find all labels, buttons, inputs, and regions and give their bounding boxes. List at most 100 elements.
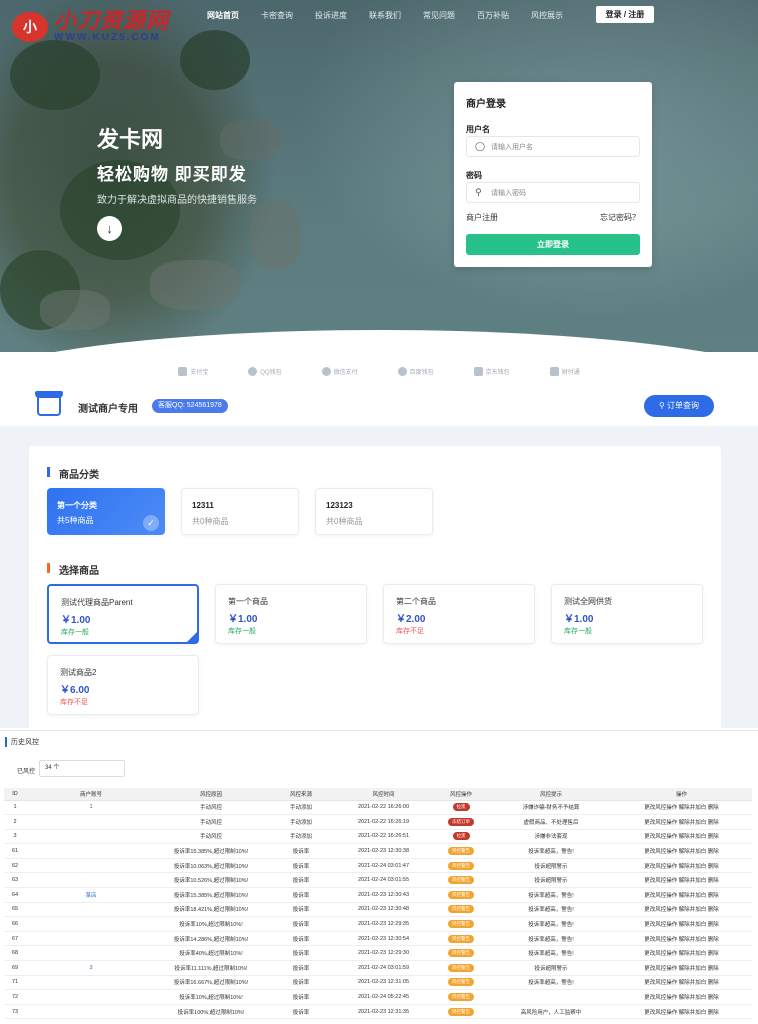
cell-tip: 投诉超限警示 — [491, 858, 611, 874]
product-card[interactable]: 测试商品2 ￥6.00 库存不足 — [47, 655, 199, 715]
cell-time: 2021-02-23 12:29:35 — [336, 916, 431, 932]
col-time[interactable]: 风控时间 — [336, 788, 431, 801]
username-field[interactable]: ◯ 请输入用户名 — [466, 136, 640, 157]
cell-actions[interactable]: 更改风控操作 解除并加白 删除 — [611, 975, 752, 991]
nav-item-risk[interactable]: 风控展示 — [520, 10, 574, 22]
risk-history-panel: 历史风控 已风控 34 个 ID 商户账号 风控原因 风控来源 风控时间 风控操… — [0, 730, 758, 1024]
cell-operation: 风控警告 — [431, 989, 491, 1005]
table-row[interactable]: 61 投诉率15.385%,超过限制10%! 投诉率 2021-02-23 12:30… — [4, 843, 752, 859]
table-row[interactable]: 62 投诉率10.063%,超过限制10%! 投诉率 2021-02-24 03:01… — [4, 858, 752, 874]
login-register-button[interactable]: 登录 / 注册 — [596, 6, 654, 23]
login-submit-button[interactable]: 立即登录 — [466, 234, 640, 255]
cell-time: 2021-02-23 12:29:30 — [336, 945, 431, 962]
product-card[interactable]: 第二个商品 ￥2.00 库存不足 — [383, 584, 535, 644]
payment-alipay: 支付宝 — [178, 366, 208, 376]
site-logo[interactable]: 小 小刀资源网 WWW.KUZ5.COM — [12, 10, 169, 43]
status-badge: 风控警告 — [448, 963, 474, 972]
col-id[interactable]: ID — [4, 788, 26, 801]
risk-count-field[interactable]: 34 个 — [39, 760, 125, 777]
product-card[interactable]: 第一个商品 ￥1.00 库存一般 — [215, 584, 367, 644]
cell-actions[interactable]: 更改风控操作 解除并加白 删除 — [611, 872, 752, 889]
table-row[interactable]: 3 手动风控 手动添加 2021-02-22 16:26:51 拉黑 涉嫌非法套现 更改风控… — [4, 829, 752, 845]
col-account[interactable]: 商户账号 — [26, 788, 156, 801]
table-row[interactable]: 67 投诉率14.286%,超过限制10%! 投诉率 2021-02-23 12:30… — [4, 931, 752, 947]
cell-source: 投诉率 — [266, 858, 336, 874]
cell-actions[interactable]: 更改风控操作 解除并加白 删除 — [611, 989, 752, 1005]
col-tip[interactable]: 风控提示 — [491, 788, 611, 801]
product-card[interactable]: 测试全网供货 ￥1.00 库存一般 — [551, 584, 703, 644]
cell-actions[interactable]: 更改风控操作 解除并加白 删除 — [611, 916, 752, 932]
nav-item-home[interactable]: 网站首页 — [196, 10, 250, 22]
nav-item-contact[interactable]: 联系我们 — [358, 10, 412, 22]
table-row[interactable]: 69 3 投诉率11.111%,超过限制10%! 投诉率 2021-02-24 03:0… — [4, 960, 752, 976]
cell-operation: 风控警告 — [431, 960, 491, 976]
cell-account — [26, 931, 156, 947]
nav-item-complaint[interactable]: 投诉进度 — [304, 10, 358, 22]
table-row[interactable]: 72 投诉率10%,超过限制10%! 投诉率 2021-02-24 05:22:45 风… — [4, 989, 752, 1005]
nav-item-faq[interactable]: 常见问题 — [412, 10, 466, 22]
cell-id: 63 — [4, 872, 26, 889]
cell-actions[interactable]: 更改风控操作 解除并加白 删除 — [611, 887, 752, 903]
table-row[interactable]: 2 手动风控 手动添加 2021-02-22 16:26:19 冻结订单 虚假商品、不处理… — [4, 814, 752, 830]
table-row[interactable]: 64 某店 投诉率15.385%,超过限制10%! 投诉率 2021-02-23 12:… — [4, 887, 752, 903]
cell-actions[interactable]: 更改风控操作 解除并加白 删除 — [611, 800, 752, 816]
cell-account — [26, 1004, 156, 1020]
table-row[interactable]: 1 1 手动风控 手动添加 2021-02-22 16:26:00 拉黑 涉嫌诈骗-财务不予… — [4, 800, 752, 816]
cell-reason: 投诉率10.526%,超过限制10%! — [156, 872, 266, 889]
table-row[interactable]: 65 投诉率18.421%,超过限制10%! 投诉率 2021-02-23 12:30… — [4, 902, 752, 918]
merchant-bar: 测试商户专用 客服QQ: 524561978 ⚲ 订单查询 — [0, 386, 758, 426]
user-icon: ◯ — [475, 141, 486, 151]
order-query-button[interactable]: ⚲ 订单查询 — [644, 395, 714, 417]
cell-time: 2021-02-22 16:26:00 — [336, 800, 431, 816]
cell-reason: 投诉率10%,超过限制10%! — [156, 989, 266, 1005]
category-card[interactable]: 第一个分类 共5种商品 ✓ — [47, 488, 165, 535]
check-icon: ✓ — [143, 515, 159, 531]
forgot-password-link[interactable]: 忘记密码？ — [600, 212, 640, 223]
cell-actions[interactable]: 更改风控操作 解除并加白 删除 — [611, 960, 752, 976]
password-field[interactable]: ⚲ 请输入密码 — [466, 182, 640, 203]
table-row[interactable]: 66 投诉率10%,超过限制10%! 投诉率 2021-02-23 12:29:35 风… — [4, 916, 752, 932]
cell-source: 投诉率 — [266, 989, 336, 1005]
arrow-down-icon[interactable]: ↓ — [97, 216, 122, 241]
col-actions[interactable]: 操作 — [611, 788, 752, 801]
col-source[interactable]: 风控来源 — [266, 788, 336, 801]
cell-account: 1 — [26, 800, 156, 816]
cell-actions[interactable]: 更改风控操作 解除并加白 删除 — [611, 1004, 752, 1020]
register-link[interactable]: 商户注册 — [466, 212, 498, 223]
cell-actions[interactable]: 更改风控操作 解除并加白 删除 — [611, 843, 752, 859]
cell-actions[interactable]: 更改风控操作 解除并加白 删除 — [611, 814, 752, 830]
category-card[interactable]: 123123 共0种商品 — [315, 488, 433, 535]
cell-actions[interactable]: 更改风控操作 解除并加白 删除 — [611, 829, 752, 845]
col-reason[interactable]: 风控原因 — [156, 788, 266, 801]
nav-item-subsidy[interactable]: 百万补贴 — [466, 10, 520, 22]
category-card[interactable]: 12311 共0种商品 — [181, 488, 299, 535]
table-row[interactable]: 63 投诉率10.526%,超过限制10%! 投诉率 2021-02-24 03:01… — [4, 872, 752, 889]
product-card[interactable]: 测试代理商品Parent ￥1.00 库存一般 — [47, 584, 199, 644]
cell-actions[interactable]: 更改风控操作 解除并加白 删除 — [611, 931, 752, 947]
nav-item-card-query[interactable]: 卡密查询 — [250, 10, 304, 22]
product-section-title: 选择商品 — [47, 562, 99, 577]
status-badge: 风控警告 — [448, 847, 474, 856]
cell-id: 3 — [4, 829, 26, 845]
qq-contact-badge[interactable]: 客服QQ: 524561978 — [152, 399, 228, 413]
cell-actions[interactable]: 更改风控操作 解除并加白 删除 — [611, 858, 752, 874]
cell-tip: 投诉率超高，警告! — [491, 902, 611, 918]
cell-account — [26, 814, 156, 830]
cell-tip: 投诉率超高，警告! — [491, 975, 611, 991]
status-badge: 冻结订单 — [448, 817, 474, 826]
col-operation[interactable]: 风控操作 — [431, 788, 491, 801]
wechat-icon — [321, 366, 331, 376]
table-row[interactable]: 71 投诉率16.667%,超过限制10%! 投诉率 2021-02-23 12:31… — [4, 975, 752, 991]
cell-tip: 高风险用户，人工监察中 — [491, 1004, 611, 1020]
cell-operation: 冻结订单 — [431, 814, 491, 830]
table-row[interactable]: 68 投诉率40%,超过限制10%! 投诉率 2021-02-23 12:29:30 风… — [4, 945, 752, 962]
cell-tip: 投诉率超高，警告! — [491, 945, 611, 962]
status-badge: 拉黑 — [452, 832, 470, 841]
status-badge: 风控警告 — [448, 993, 474, 1002]
cell-operation: 风控警告 — [431, 945, 491, 962]
cell-reason: 手动风控 — [156, 800, 266, 816]
cell-actions[interactable]: 更改风控操作 解除并加白 删除 — [611, 902, 752, 918]
status-badge: 风控警告 — [448, 934, 474, 943]
cell-actions[interactable]: 更改风控操作 解除并加白 删除 — [611, 945, 752, 962]
table-row[interactable]: 73 投诉率100%,超过限制10%! 投诉率 2021-02-23 12:31:35… — [4, 1004, 752, 1020]
